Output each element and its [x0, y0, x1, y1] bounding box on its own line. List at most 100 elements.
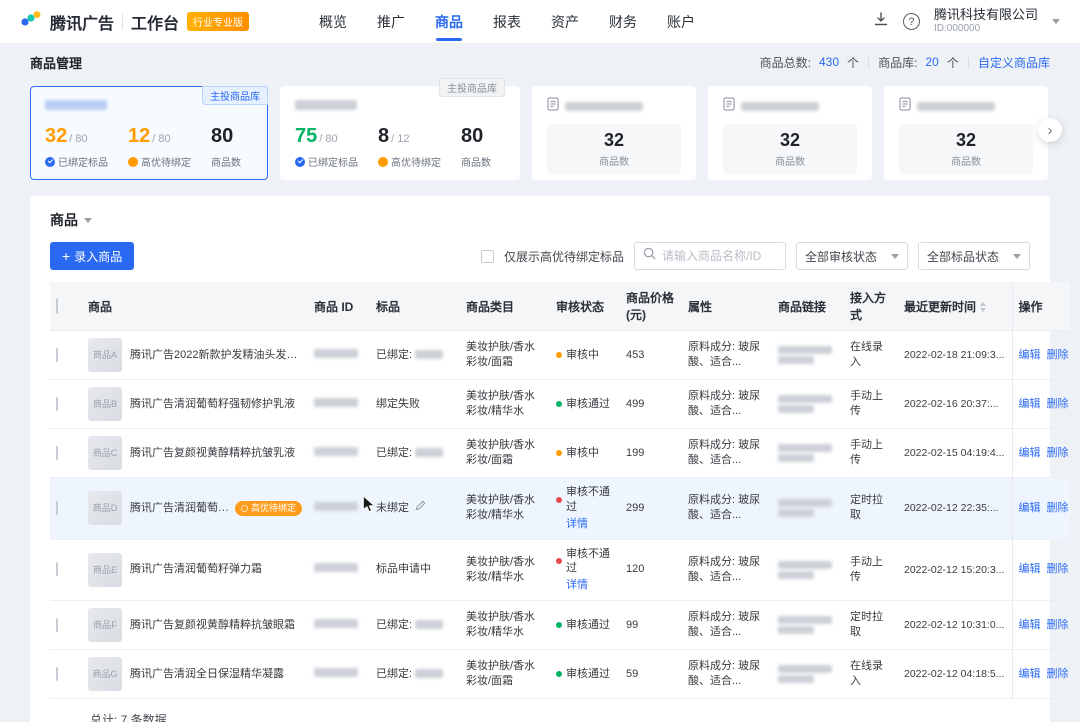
- product-price: 99: [620, 601, 682, 650]
- import-method: 手动上传: [844, 539, 898, 601]
- detail-link[interactable]: 详情: [566, 517, 588, 532]
- product-link-blurred: [778, 395, 832, 403]
- nav-item-finance[interactable]: 财务: [609, 12, 637, 32]
- delete-button[interactable]: 删除: [1047, 668, 1069, 680]
- table-row[interactable]: 商品A 腾讯广告2022新款护发精油头发炭发精油发尾油 已绑定: 美妆护肤/香水…: [50, 331, 1070, 380]
- library-name-blurred: [295, 100, 357, 110]
- library-name-blurred: [741, 102, 819, 111]
- library-card-main[interactable]: 主投商品库 32/ 80 已绑定标品 12/ 80 高优待绑定 80 商品数: [30, 86, 268, 180]
- delete-button[interactable]: 删除: [1047, 502, 1069, 514]
- detail-link[interactable]: 详情: [566, 578, 588, 593]
- delete-button[interactable]: 删除: [1047, 398, 1069, 410]
- table-row[interactable]: 商品G 腾讯广告清润全日保湿精华凝露 已绑定: 美妆护肤/香水彩妆/面霜 审核通…: [50, 650, 1070, 699]
- status-dot: [556, 671, 562, 677]
- sku-status: 绑定失败: [376, 398, 420, 410]
- nav-item-account[interactable]: 账户: [667, 12, 695, 32]
- library-count-value: 20: [925, 55, 938, 69]
- table-row[interactable]: 商品B 腾讯广告清润葡萄籽强韧修护乳液 绑定失败 美妆护肤/香水彩妆/精华水 审…: [50, 380, 1070, 429]
- audit-status-select[interactable]: 全部审核状态: [796, 242, 908, 270]
- help-icon[interactable]: ?: [903, 13, 920, 30]
- edit-pencil-icon[interactable]: [415, 502, 426, 514]
- product-thumbnail: 商品A: [88, 338, 122, 372]
- divider: [122, 14, 123, 30]
- account-info[interactable]: 腾讯科技有限公司 ID:000000: [934, 7, 1038, 36]
- nav-item-promotion[interactable]: 推广: [377, 12, 405, 32]
- row-checkbox[interactable]: [56, 348, 58, 362]
- plus-icon: +: [62, 249, 70, 263]
- row-checkbox[interactable]: [56, 501, 58, 515]
- nav-item-product[interactable]: 商品: [435, 12, 463, 32]
- select-all-checkbox[interactable]: [56, 298, 58, 314]
- product-thumbnail: 商品C: [88, 436, 122, 470]
- delete-button[interactable]: 删除: [1047, 563, 1069, 575]
- sku-status: 未绑定: [376, 502, 409, 514]
- status-dot: [556, 497, 562, 503]
- edit-button[interactable]: 编辑: [1019, 502, 1041, 514]
- product-link-blurred: [778, 356, 814, 364]
- sku-name-blurred: [415, 669, 443, 678]
- search-input[interactable]: [662, 249, 777, 263]
- nav-item-overview[interactable]: 概览: [319, 12, 347, 32]
- custom-library-link[interactable]: 自定义商品库: [978, 54, 1050, 71]
- top-header: 腾讯广告 工作台 行业专业版 概览 推广 商品 报表 资产 财务 账户 ? 腾讯…: [0, 0, 1080, 44]
- row-checkbox[interactable]: [56, 397, 58, 411]
- updated-time: 2022-02-15 04:19:4...: [898, 429, 1012, 478]
- delete-button[interactable]: 删除: [1047, 619, 1069, 631]
- edit-button[interactable]: 编辑: [1019, 349, 1041, 361]
- row-checkbox[interactable]: [56, 667, 58, 681]
- section-title[interactable]: 商品: [50, 210, 1030, 230]
- download-icon[interactable]: [873, 11, 889, 32]
- row-checkbox[interactable]: [56, 562, 58, 576]
- table-row[interactable]: 商品D 腾讯广告清润葡萄籽净透光洁面乳 高优待绑定 未绑定 美妆护肤/香水彩妆/…: [50, 478, 1070, 540]
- edition-badge: 行业专业版: [187, 12, 249, 31]
- sku-status-select[interactable]: 全部标品状态: [918, 242, 1030, 270]
- edit-button[interactable]: 编辑: [1019, 619, 1041, 631]
- product-category: 美妆护肤/香水彩妆/面霜: [460, 429, 550, 478]
- table-row[interactable]: 商品E 腾讯广告清润葡萄籽弹力霜 标品申请中 美妆护肤/香水彩妆/精华水 审核不…: [50, 539, 1070, 601]
- product-attrs: 原料成分: 玻尿酸、适合...: [682, 380, 772, 429]
- pending-count: 8: [378, 125, 389, 147]
- delete-button[interactable]: 删除: [1047, 447, 1069, 459]
- header-actions: ? 腾讯科技有限公司 ID:000000: [873, 7, 1060, 36]
- library-card-second[interactable]: 主投商品库 75/ 80 已绑定标品 8/ 12 高优待绑定 80 商品数: [280, 86, 520, 180]
- sort-icon[interactable]: [980, 302, 986, 312]
- add-product-button[interactable]: + 录入商品: [50, 242, 134, 270]
- library-card-simple-1[interactable]: 32 商品数: [532, 86, 696, 180]
- col-updated: 最近更新时间: [898, 282, 1012, 331]
- total-label: 商品数: [461, 154, 491, 169]
- edit-button[interactable]: 编辑: [1019, 563, 1041, 575]
- audit-status-value: 全部审核状态: [805, 248, 877, 265]
- nav-item-asset[interactable]: 资产: [551, 12, 579, 32]
- table-row[interactable]: 商品F 腾讯广告复颜视黄醇精粹抗皱眼霜 已绑定: 美妆护肤/香水彩妆/精华水 审…: [50, 601, 1070, 650]
- chevron-down-icon[interactable]: [1052, 19, 1060, 24]
- edit-button[interactable]: 编辑: [1019, 668, 1041, 680]
- delete-button[interactable]: 删除: [1047, 349, 1069, 361]
- product-id-blurred: [314, 398, 358, 407]
- col-attrs: 属性: [682, 282, 772, 331]
- product-name: 腾讯广告复颜视黄醇精粹抗皱眼霜: [130, 618, 295, 633]
- library-name-blurred: [565, 102, 643, 111]
- row-checkbox[interactable]: [56, 618, 58, 632]
- carousel-next-button[interactable]: ›: [1038, 118, 1062, 142]
- workspace-title: 工作台: [131, 10, 179, 34]
- audit-status-text: 审核通过: [566, 618, 610, 633]
- bound-icon: [45, 157, 55, 167]
- row-checkbox[interactable]: [56, 446, 58, 460]
- product-name: 腾讯广告清润葡萄籽净透光洁面乳: [130, 501, 231, 516]
- library-card-simple-2[interactable]: 32 商品数: [708, 86, 872, 180]
- edit-button[interactable]: 编辑: [1019, 447, 1041, 459]
- divider: |: [967, 55, 970, 69]
- edit-button[interactable]: 编辑: [1019, 398, 1041, 410]
- product-link-blurred: [778, 499, 832, 507]
- main-nav: 概览 推广 商品 报表 资产 财务 账户: [319, 0, 695, 44]
- library-card-simple-3[interactable]: 32 商品数: [884, 86, 1048, 180]
- bound-label: 已绑定标品: [58, 154, 108, 169]
- nav-item-report[interactable]: 报表: [493, 12, 521, 32]
- filter-checkbox[interactable]: [481, 250, 494, 263]
- product-attrs: 原料成分: 玻尿酸、适合...: [682, 429, 772, 478]
- product-link-blurred: [778, 675, 814, 683]
- product-attrs: 原料成分: 玻尿酸、适合...: [682, 331, 772, 380]
- status-dot: [556, 352, 562, 358]
- product-id-blurred: [314, 619, 358, 628]
- table-row[interactable]: 商品C 腾讯广告复颜视黄醇精粹抗皱乳液 已绑定: 美妆护肤/香水彩妆/面霜 审核…: [50, 429, 1070, 478]
